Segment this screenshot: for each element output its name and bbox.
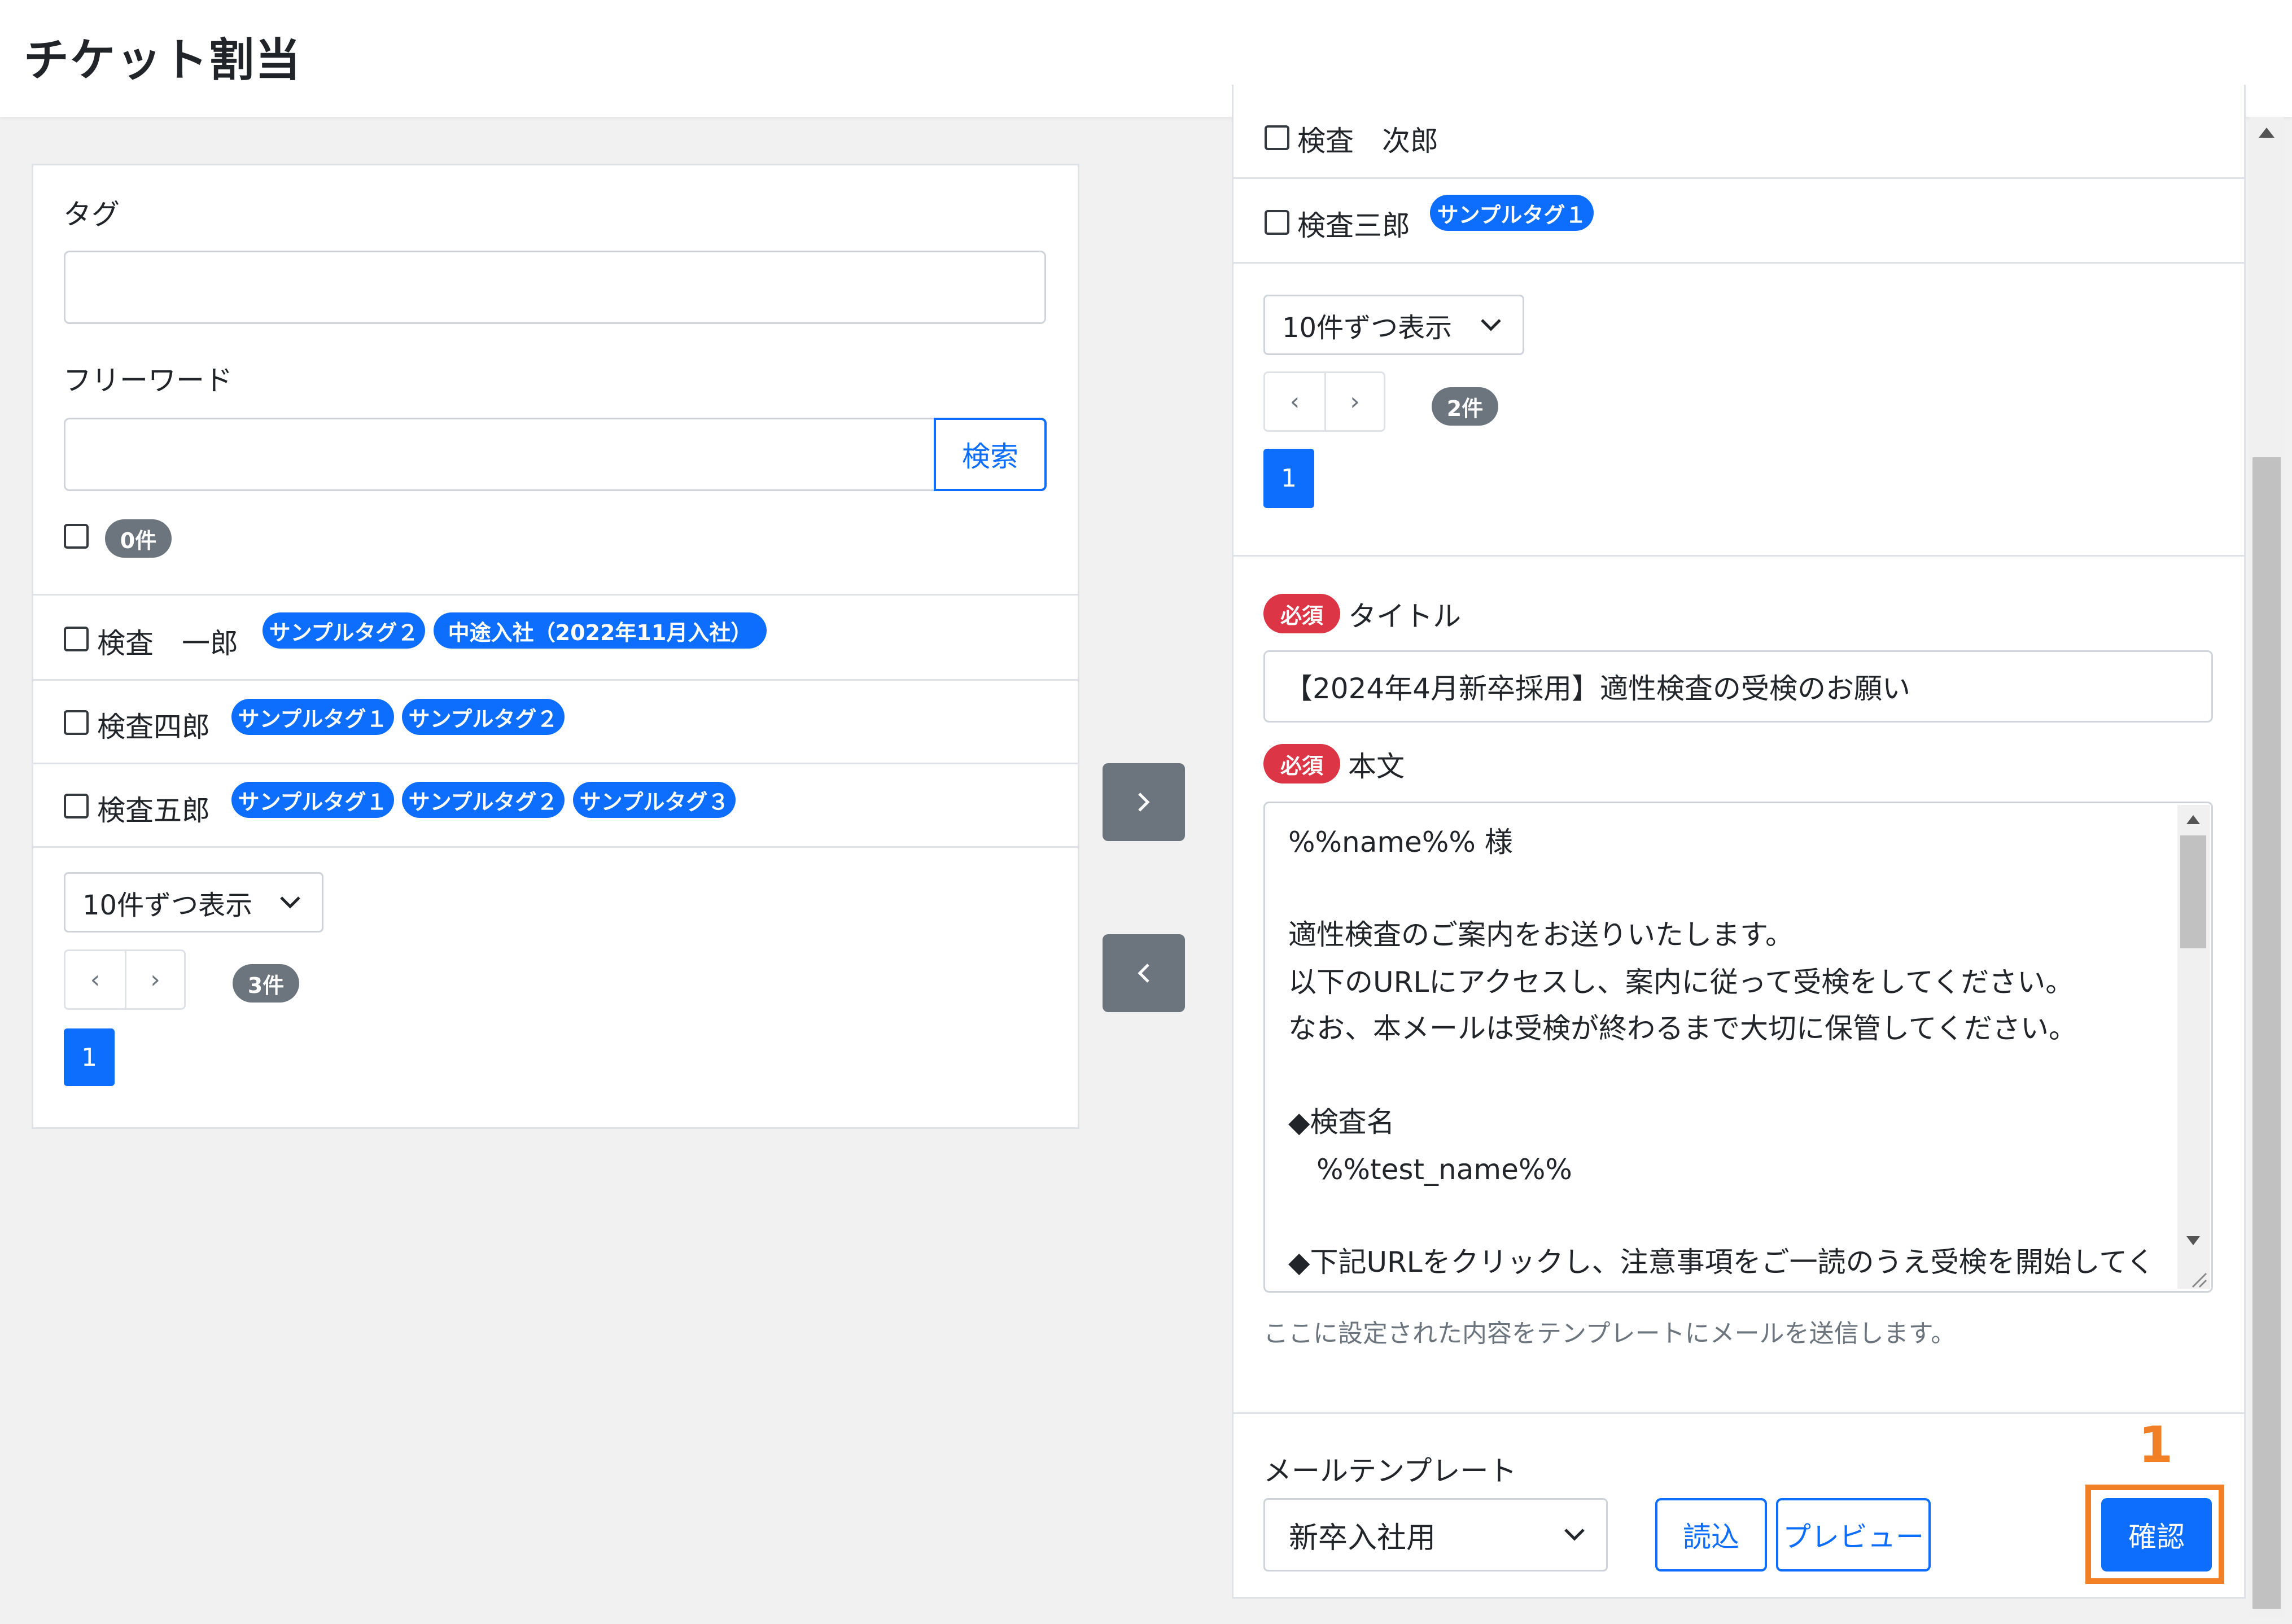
user-tag-badge: 中途入社（2022年11月入社） bbox=[434, 612, 767, 649]
title-input[interactable]: 【2024年4月新卒採用】適性検査の受検のお願い bbox=[1263, 650, 2213, 723]
user-checkbox[interactable] bbox=[64, 710, 89, 735]
prev-page-button[interactable]: ‹ bbox=[65, 951, 125, 1008]
preview-button[interactable]: プレビュー bbox=[1776, 1498, 1931, 1572]
user-name: 検査 一郎 bbox=[97, 627, 238, 660]
user-tag-badge: サンプルタグ２ bbox=[402, 782, 565, 818]
user-name: 検査五郎 bbox=[97, 794, 210, 827]
divider bbox=[33, 679, 1078, 681]
user-name: 検査三郎 bbox=[1297, 209, 1410, 242]
load-template-button[interactable]: 読込 bbox=[1655, 1498, 1767, 1572]
freeword-label: フリーワード bbox=[63, 364, 233, 397]
scroll-up-icon[interactable] bbox=[2185, 813, 2202, 826]
body-label: 本文 bbox=[1348, 750, 1405, 783]
total-count-badge: 3件 bbox=[233, 964, 299, 1003]
chevron-right-icon bbox=[1138, 793, 1150, 812]
user-checkbox[interactable] bbox=[1265, 125, 1289, 150]
body-text-line: 適性検査のご案内をお送りいたします。 bbox=[1288, 918, 1794, 951]
total-count-badge: 2件 bbox=[1432, 387, 1498, 426]
prev-page-button[interactable]: ‹ bbox=[1265, 373, 1324, 430]
chevron-down-icon bbox=[1481, 318, 1501, 331]
body-text-line: ◆下記URLをクリックし、注意事項をご一読のうえ受検を開始してくださ bbox=[1288, 1246, 2146, 1279]
divider bbox=[33, 846, 1078, 848]
divider bbox=[33, 763, 1078, 764]
resize-handle-icon[interactable] bbox=[2189, 1270, 2208, 1289]
user-tag-badge: サンプルタグ１ bbox=[231, 699, 394, 735]
body-textarea[interactable] bbox=[1263, 802, 2213, 1293]
scroll-up-icon[interactable] bbox=[2257, 125, 2276, 140]
next-page-button[interactable]: › bbox=[1324, 373, 1384, 430]
chevron-down-icon bbox=[280, 896, 300, 909]
page-1-button[interactable]: 1 bbox=[1263, 449, 1314, 508]
body-text-line: %%name%% 様 bbox=[1288, 826, 1513, 859]
confirm-button[interactable]: 確認 bbox=[2101, 1498, 2212, 1572]
step-number-label: 1 bbox=[2138, 1416, 2173, 1474]
user-tag-badge: サンプルタグ２ bbox=[402, 699, 565, 735]
page-1-button[interactable]: 1 bbox=[64, 1028, 115, 1086]
title-label: タイトル bbox=[1348, 600, 1461, 633]
move-left-button[interactable] bbox=[1103, 934, 1185, 1012]
user-tag-badge: サンプルタグ２ bbox=[263, 612, 425, 649]
move-right-button[interactable] bbox=[1103, 763, 1185, 841]
user-name: 検査四郎 bbox=[97, 711, 210, 743]
divider bbox=[1234, 262, 2244, 264]
required-badge: 必須 bbox=[1263, 594, 1340, 633]
selected-count-badge: 0件 bbox=[105, 519, 172, 558]
pagination-arrows: ‹ › bbox=[64, 949, 186, 1010]
search-button[interactable]: 検索 bbox=[934, 418, 1047, 491]
select-all-checkbox[interactable] bbox=[64, 524, 89, 549]
scroll-down-icon[interactable] bbox=[2185, 1234, 2202, 1247]
page-scrollbar-thumb[interactable] bbox=[2252, 457, 2281, 1609]
user-checkbox[interactable] bbox=[1265, 210, 1289, 235]
page-size-select[interactable]: 10件ずつ表示 bbox=[1263, 295, 1524, 355]
page-size-select[interactable]: 10件ずつ表示 bbox=[64, 872, 323, 933]
required-badge: 必須 bbox=[1263, 744, 1340, 783]
pagination-arrows: ‹ › bbox=[1263, 371, 1385, 432]
textarea-scrollbar-thumb[interactable] bbox=[2180, 835, 2206, 948]
freeword-input[interactable] bbox=[64, 418, 936, 491]
tag-label: タグ bbox=[63, 198, 120, 231]
user-name: 検査 次郎 bbox=[1297, 125, 1438, 157]
user-checkbox[interactable] bbox=[64, 794, 89, 818]
body-help-text: ここに設定された内容をテンプレートにメールを送信します。 bbox=[1263, 1319, 1956, 1348]
user-tag-badge: サンプルタグ１ bbox=[231, 782, 394, 818]
user-tag-badge: サンプルタグ３ bbox=[573, 782, 736, 818]
body-text-line: なお、本メールは受検が終わるまで大切に保管してください。 bbox=[1288, 1012, 2077, 1045]
chevron-left-icon bbox=[1138, 964, 1149, 983]
chevron-down-icon bbox=[1564, 1529, 1585, 1541]
template-label: メールテンプレート bbox=[1263, 1455, 1517, 1487]
user-tag-badge: サンプルタグ１ bbox=[1430, 195, 1594, 231]
divider bbox=[33, 594, 1078, 596]
divider bbox=[1234, 555, 2244, 557]
divider bbox=[1234, 1412, 2244, 1414]
body-text-line: 以下のURLにアクセスし、案内に従って受検をしてください。 bbox=[1288, 966, 2074, 999]
body-text-line: %%test_name%% bbox=[1288, 1153, 1572, 1186]
body-text-line: ◆検査名 bbox=[1288, 1106, 1395, 1139]
tag-input[interactable] bbox=[64, 251, 1046, 324]
next-page-button[interactable]: › bbox=[125, 951, 184, 1008]
page-title: チケット割当 bbox=[24, 34, 301, 86]
template-select[interactable]: 新卒入社用 bbox=[1263, 1498, 1608, 1572]
user-checkbox[interactable] bbox=[64, 627, 89, 651]
title-input-value: 【2024年4月新卒採用】適性検査の受検のお願い bbox=[1284, 672, 1911, 705]
divider bbox=[1234, 177, 2244, 179]
